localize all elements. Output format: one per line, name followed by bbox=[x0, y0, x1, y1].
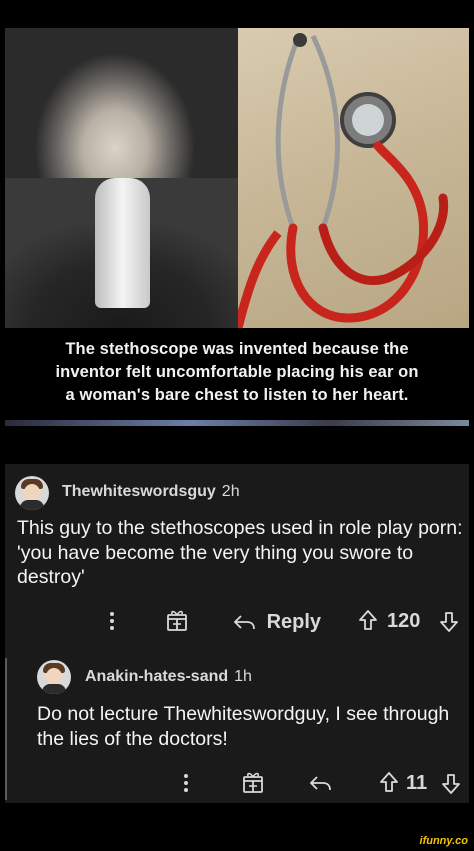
caption-line-3: a woman's bare chest to listen to her he… bbox=[65, 386, 409, 404]
upvote-icon bbox=[380, 772, 398, 792]
upvote-button[interactable] bbox=[357, 606, 379, 636]
reply-actions: 11 bbox=[5, 768, 469, 798]
watermark: ifunny.co bbox=[419, 835, 468, 847]
downvote-button[interactable] bbox=[438, 606, 460, 636]
reply-body: Do not lecture Thewhiteswordguy, I see t… bbox=[37, 703, 450, 750]
username[interactable]: Thewhiteswordsguy bbox=[62, 483, 216, 500]
reply-avatar[interactable] bbox=[37, 660, 71, 694]
thread-line[interactable] bbox=[5, 658, 7, 800]
reply-award-icon[interactable] bbox=[241, 768, 265, 798]
caption-line-1: The stethoscope was invented because the bbox=[65, 340, 409, 358]
meme-caption: The stethoscope was invented because the… bbox=[5, 328, 469, 426]
comment-author[interactable]: Thewhiteswordsguy 2h bbox=[62, 483, 240, 501]
vote-score: 120 bbox=[387, 610, 421, 632]
caption-line-2: inventor felt uncomfortable placing his … bbox=[55, 363, 419, 381]
stethoscope-icon bbox=[233, 33, 449, 330]
downvote-icon bbox=[440, 612, 458, 632]
reply-upvote-button[interactable] bbox=[378, 768, 400, 798]
reply-icon bbox=[233, 615, 255, 629]
portrait-collar bbox=[95, 178, 150, 308]
downvote-icon bbox=[442, 774, 460, 794]
portrait-photo bbox=[5, 28, 238, 328]
reply-button[interactable]: Reply bbox=[231, 606, 321, 637]
comment-actions: Reply 120 bbox=[5, 606, 469, 636]
comment-time: 2h bbox=[221, 483, 240, 500]
reply-time: 1h bbox=[234, 668, 252, 685]
reply-vote-score: 11 bbox=[406, 772, 428, 794]
comment-card: Thewhiteswordsguy 2h This guy to the stet… bbox=[5, 464, 469, 803]
reply-downvote-button[interactable] bbox=[440, 768, 462, 798]
reply-username[interactable]: Anakin-hates-sand bbox=[85, 668, 228, 685]
reply-reply-icon[interactable] bbox=[307, 768, 333, 798]
meme-image: The stethoscope was invented because the… bbox=[5, 28, 469, 426]
reply-author[interactable]: Anakin-hates-sand 1h bbox=[85, 668, 252, 686]
more-options-icon[interactable] bbox=[108, 606, 116, 636]
stethoscope-photo bbox=[233, 28, 469, 330]
upvote-icon bbox=[359, 610, 377, 630]
award-icon[interactable] bbox=[165, 606, 189, 636]
meme-bottom-strip bbox=[5, 420, 469, 426]
reply-more-options-icon[interactable] bbox=[182, 768, 190, 798]
avatar[interactable] bbox=[15, 476, 49, 510]
reply-label[interactable]: Reply bbox=[267, 611, 321, 633]
comment-body: This guy to the stethoscopes used in rol… bbox=[17, 517, 463, 588]
